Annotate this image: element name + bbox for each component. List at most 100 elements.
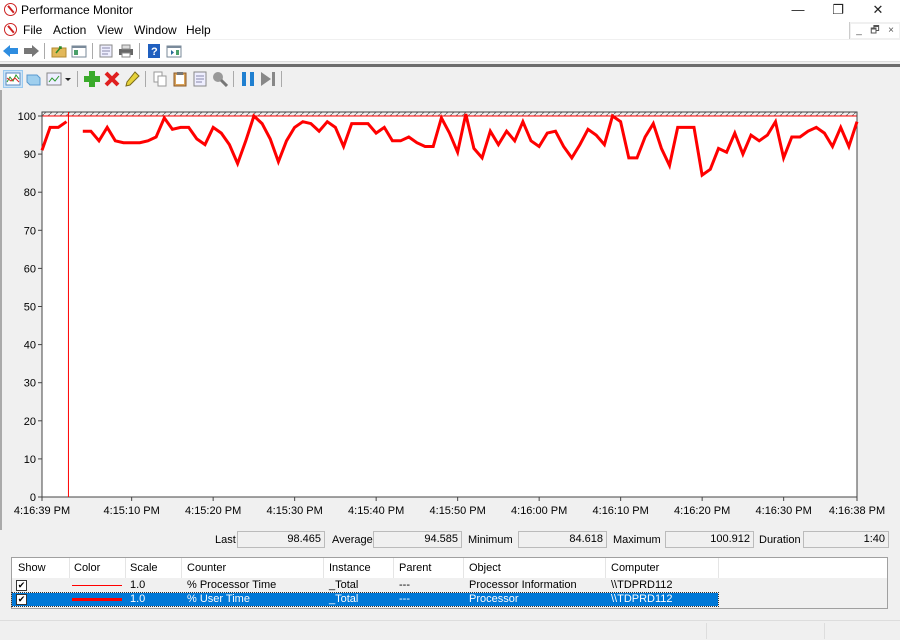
y-tick-label: 80 [24,187,36,199]
y-tick-label: 60 [24,263,36,275]
y-tick-label: 10 [24,454,36,466]
instance-cell: _Total [329,579,359,591]
close-button[interactable]: ✕ [856,0,900,20]
x-tick-label: 4:15:40 PM [348,505,404,517]
instance-cell: _Total [329,593,359,605]
color-swatch [72,585,122,586]
console-tree-icon[interactable] [71,43,87,59]
performance-graph[interactable]: 0 10 20 30 40 50 60 70 80 90 100 4:16:39 PM 4:15:10 … [2,90,900,530]
object-cell: Processor Information [469,579,577,591]
toolbar-separator [44,43,45,59]
column-computer[interactable]: Computer [611,562,659,574]
status-bar [0,620,900,640]
scale-cell: 1.0 [130,593,146,605]
duration-label: Duration [759,534,801,546]
column-scale[interactable]: Scale [130,562,158,574]
column-instance[interactable]: Instance [329,562,371,574]
view-graph-icon[interactable] [3,70,23,88]
counter-cell: % Processor Time [187,579,277,591]
show-checkbox[interactable]: ✔ [16,594,27,605]
copy-properties-icon[interactable] [152,71,168,87]
toolbar-separator [139,43,140,59]
column-counter[interactable]: Counter [187,562,226,574]
folder-up-icon[interactable] [51,43,67,59]
menu-action[interactable]: Action [53,23,86,37]
status-separator [706,623,707,639]
menu-window[interactable]: Window [134,23,177,37]
graph-properties-icon[interactable] [192,71,208,87]
title-bar: Performance Monitor — ❐ ✕ [0,0,900,20]
average-label: Average [332,534,373,546]
highlight-icon[interactable] [124,71,140,87]
mdi-close-button[interactable]: × [883,24,899,38]
color-swatch [72,598,122,601]
view-histogram-icon[interactable] [25,71,41,87]
back-arrow-icon[interactable] [3,43,19,59]
column-show[interactable]: Show [18,562,46,574]
column-separator [605,558,606,578]
legend-row-selected[interactable]: ✔ 1.0 % User Time _Total --- Processor \… [11,592,719,607]
x-tick-label: 4:16:38 PM [829,505,885,517]
column-separator [323,558,324,578]
delete-counter-icon[interactable] [104,71,120,87]
counter-legend: Show Color Scale Counter Instance Parent… [11,557,888,609]
legend-header: Show Color Scale Counter Instance Parent… [12,558,887,578]
y-tick-label: 50 [24,302,36,314]
column-color[interactable]: Color [74,562,100,574]
toolbar-separator [233,71,234,87]
toolbar-separator [77,71,78,87]
x-tick-label: 4:16:39 PM [14,505,70,517]
column-separator [69,558,70,578]
svg-text:?: ? [151,46,158,58]
y-tick-label: 0 [30,492,36,504]
window-title: Performance Monitor [21,3,134,17]
show-checkbox[interactable]: ✔ [16,580,27,591]
graph-toolbar [0,67,900,90]
x-tick-label: 4:16:00 PM [511,505,567,517]
y-tick-label: 20 [24,416,36,428]
x-tick-label: 4:16:20 PM [674,505,730,517]
print-icon[interactable] [118,43,134,59]
column-separator [181,558,182,578]
x-tick-label: 4:15:20 PM [185,505,241,517]
x-tick-label: 4:16:30 PM [756,505,812,517]
freeze-display-icon[interactable] [240,71,256,87]
column-separator [463,558,464,578]
main-toolbar: ? [0,40,900,62]
minimize-button[interactable]: — [776,0,820,20]
action-pane-icon[interactable] [166,43,182,59]
help-icon[interactable]: ? [146,43,162,59]
column-separator [125,558,126,578]
menu-help[interactable]: Help [186,23,211,37]
legend-row[interactable]: ✔ 1.0 % Processor Time _Total --- Proces… [12,579,718,592]
parent-cell: --- [399,593,410,605]
perfmon-app-icon [4,3,17,16]
update-data-icon[interactable] [260,71,276,87]
maximum-value: 100.912 [665,531,754,548]
y-tick-label: 30 [24,378,36,390]
mdi-minimize-button[interactable]: _ [851,24,867,38]
x-tick-label: 4:15:50 PM [430,505,486,517]
y-tick-label: 100 [18,111,36,123]
properties-icon[interactable] [98,43,114,59]
change-graph-type-icon[interactable] [46,71,62,87]
mdi-restore-button[interactable]: 🗗 [867,24,883,38]
restore-button[interactable]: ❐ [816,0,860,20]
column-separator [718,558,719,578]
paste-counter-list-icon[interactable] [172,71,188,87]
add-counter-icon[interactable] [84,71,100,87]
menu-view[interactable]: View [97,23,123,37]
zoom-icon[interactable] [212,71,228,87]
system-menu-icon[interactable] [4,23,17,36]
toolbar-separator [145,71,146,87]
toolbar-separator [92,43,93,59]
forward-arrow-icon[interactable] [23,43,39,59]
x-tick-label: 4:15:30 PM [267,505,323,517]
graph-type-dropdown-icon[interactable] [63,71,73,87]
counter-cell: % User Time [187,593,250,605]
column-object[interactable]: Object [469,562,501,574]
duration-value: 1:40 [803,531,889,548]
column-parent[interactable]: Parent [399,562,431,574]
menu-file[interactable]: File [23,23,42,37]
maximum-label: Maximum [613,534,661,546]
